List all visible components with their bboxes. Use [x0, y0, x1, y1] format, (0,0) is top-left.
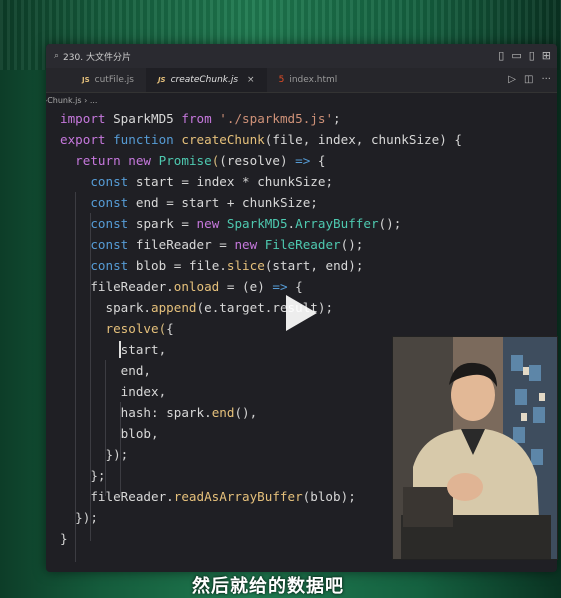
tab-label: cutFile.js	[94, 75, 134, 85]
code-line: fileReader.readAsArrayBuffer(blob);	[90, 489, 356, 504]
play-icon[interactable]	[277, 291, 321, 335]
code-line: });	[60, 447, 129, 462]
tab-cutfile[interactable]: JS cutFile.js	[70, 68, 146, 92]
code-line: const blob = file.slice(start, end);	[90, 258, 364, 273]
code-line: import SparkMD5 from './sparkmd5.js';	[60, 111, 341, 126]
more-icon[interactable]: ···	[541, 74, 551, 85]
js-file-icon: JS	[82, 76, 90, 84]
editor-actions: ▷ ◫ ···	[508, 74, 551, 85]
js-file-icon: JS	[157, 76, 166, 84]
title-bar: ⌕ 230. 大文件分片 ▯ ▭ ▯ ⊞	[46, 44, 557, 68]
toggle-secondary-sidebar-icon[interactable]: ▯	[529, 49, 535, 62]
html5-file-icon: 5	[278, 75, 285, 85]
text-cursor	[119, 341, 121, 358]
tab-label: index.html	[289, 75, 338, 85]
code-line: });	[60, 510, 98, 525]
presenter-image	[393, 337, 557, 559]
code-line: };	[60, 468, 106, 483]
code-line: const fileReader = new FileReader();	[90, 237, 364, 252]
tab-bar: JS cutFile.js JS createChunk.js × 5 inde…	[46, 68, 557, 93]
code-line: const start = index * chunkSize;	[90, 174, 334, 189]
code-line: export function createChunk(file, index,…	[60, 132, 462, 147]
code-line: index,	[120, 384, 167, 399]
window-title: 230. 大文件分片	[63, 52, 131, 63]
code-line: }	[60, 531, 68, 546]
tab-label: createChunk.js	[170, 75, 239, 85]
split-editor-icon[interactable]: ◫	[524, 74, 533, 85]
code-line: fileReader.onload = (e) => {	[90, 279, 303, 294]
search-icon[interactable]: ⌕	[54, 51, 59, 61]
code-line: resolve({	[105, 321, 174, 336]
code-line: hash: spark.end(),	[120, 405, 258, 420]
close-icon[interactable]: ×	[247, 75, 255, 85]
toggle-sidebar-icon[interactable]: ▯	[498, 49, 504, 62]
video-subtitle: 然后就给的数据吧	[192, 576, 344, 597]
code-line: const end = start + chunkSize;	[90, 195, 318, 210]
code-line: blob,	[120, 426, 159, 441]
tab-index-html[interactable]: 5 index.html	[267, 68, 350, 92]
breadcrumb[interactable]: ›Chunk.js › ...	[46, 93, 557, 107]
window-controls: ▯ ▭ ▯ ⊞	[498, 49, 551, 62]
customize-layout-icon[interactable]: ⊞	[542, 49, 551, 62]
code-line: end,	[120, 363, 152, 378]
webcam-overlay	[392, 336, 558, 560]
run-icon[interactable]: ▷	[508, 74, 516, 85]
toggle-panel-icon[interactable]: ▭	[511, 49, 521, 62]
code-line: return new Promise((resolve) => {	[75, 153, 326, 168]
tab-createchunk[interactable]: JS createChunk.js ×	[145, 68, 267, 92]
code-line: start,	[120, 342, 167, 357]
code-line: const spark = new SparkMD5.ArrayBuffer()…	[90, 216, 402, 231]
